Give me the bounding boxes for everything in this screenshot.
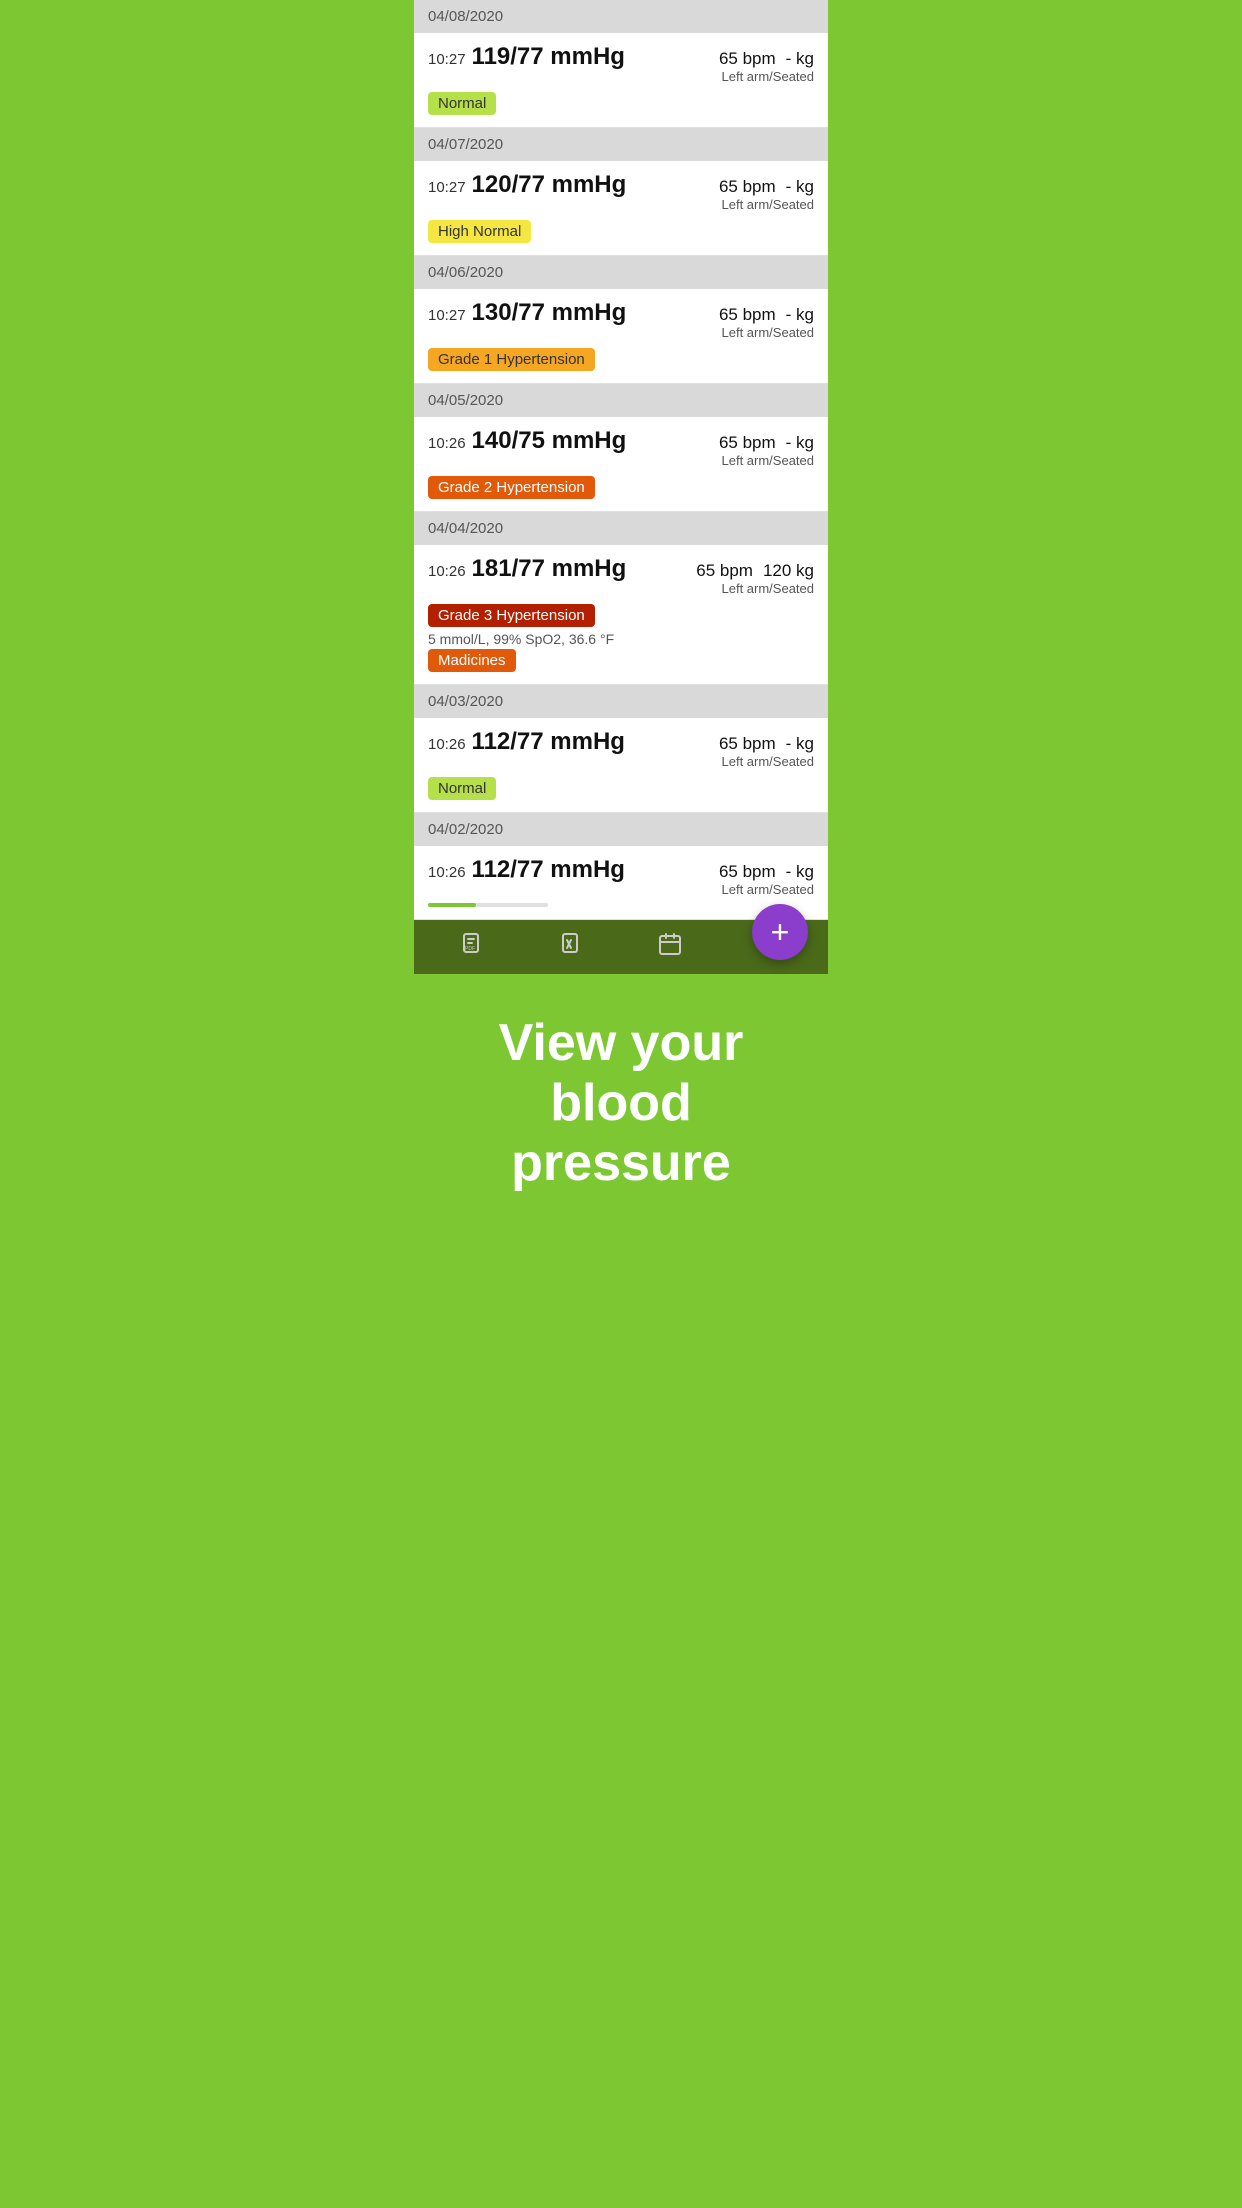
pdf-icon[interactable]: PDF [461, 932, 485, 962]
date-header: 04/03/2020 [414, 685, 828, 718]
list-item[interactable]: 10:26 112/77 mmHg 65 bpm - kgLeft arm/Seate… [414, 718, 828, 813]
entry-bpm: 65 bpm [719, 433, 776, 453]
entry-bpm: 65 bpm [719, 177, 776, 197]
status-badge: Normal [428, 777, 496, 800]
entry-time: 10:27 [428, 179, 466, 196]
date-header: 04/07/2020 [414, 128, 828, 161]
entry-time: 10:27 [428, 51, 466, 68]
date-header: 04/06/2020 [414, 256, 828, 289]
excel-icon[interactable] [560, 932, 584, 962]
promo-text: View your blood pressure [434, 1014, 808, 1193]
entry-bp: 119/77 mmHg [472, 43, 625, 71]
entry-bpm: 65 bpm [719, 49, 776, 69]
extra-info: 5 mmol/L, 99% SpO2, 36.6 °F [428, 631, 814, 647]
entry-kg: - kg [786, 305, 814, 325]
entry-bp: 120/77 mmHg [472, 171, 627, 199]
entry-position: Left arm/Seated [722, 453, 815, 468]
date-header: 04/05/2020 [414, 384, 828, 417]
entry-bp: 112/77 mmHg [472, 728, 625, 756]
entry-bp: 140/75 mmHg [472, 427, 627, 455]
entry-position: Left arm/Seated [722, 325, 815, 340]
list-container: 04/08/202010:27119/77 mmHg65 bpm- kgLeft… [414, 0, 828, 920]
fab-button[interactable]: + [752, 904, 808, 960]
date-header: 04/04/2020 [414, 512, 828, 545]
entry-kg: - kg [786, 862, 814, 882]
plus-icon: + [771, 916, 790, 948]
entry-bp: 130/77 mmHg [472, 299, 627, 327]
entry-kg: - kg [786, 49, 814, 69]
status-badge: Grade 3 Hypertension [428, 604, 595, 627]
entry-position: Left arm/Seated [722, 581, 815, 596]
entry-position: Left arm/Seated [722, 69, 815, 84]
medicines-badge: Madicines [428, 649, 516, 672]
entry-kg: 120 kg [763, 561, 814, 581]
status-badge: Grade 1 Hypertension [428, 348, 595, 371]
status-badge: Grade 2 Hypertension [428, 476, 595, 499]
entry-bpm: 65 bpm [719, 734, 776, 754]
entry-kg: - kg [786, 433, 814, 453]
entry-bpm: 65 bpm [719, 862, 776, 882]
entry-time: 10:26 [428, 864, 466, 881]
entry-kg: - kg [786, 177, 814, 197]
entry-time: 10:26 [428, 736, 466, 753]
status-badge: Normal [428, 92, 496, 115]
list-item[interactable]: 10:27 120/77 mmHg 65 bpm - kgLeft arm/Seate… [414, 161, 828, 256]
progress-bar [428, 903, 548, 907]
date-header: 04/02/2020 [414, 813, 828, 846]
entry-bp: 112/77 mmHg [472, 856, 625, 884]
bottom-bar: PDF + [414, 920, 828, 974]
list-item[interactable]: 10:26 181/77 mmHg 65 bpm 120 kgLeft arm/Sea… [414, 545, 828, 685]
entry-time: 10:27 [428, 307, 466, 324]
entry-position: Left arm/Seated [722, 882, 815, 897]
entry-bpm: 65 bpm [696, 561, 753, 581]
entry-position: Left arm/Seated [722, 197, 815, 212]
list-item[interactable]: 10:27 130/77 mmHg 65 bpm - kgLeft arm/Seate… [414, 289, 828, 384]
list-item[interactable]: 10:26 140/75 mmHg 65 bpm - kgLeft arm/Seate… [414, 417, 828, 512]
calendar-icon[interactable] [658, 932, 682, 962]
promo-section: View your blood pressure [414, 974, 828, 1243]
date-header: 04/08/2020 [414, 0, 828, 33]
entry-bp: 181/77 mmHg [472, 555, 627, 583]
list-item[interactable]: 10:27 119/77 mmHg 65 bpm - kgLeft arm/Seate… [414, 33, 828, 128]
entry-kg: - kg [786, 734, 814, 754]
entry-time: 10:26 [428, 435, 466, 452]
entry-time: 10:26 [428, 563, 466, 580]
entry-position: Left arm/Seated [722, 754, 815, 769]
svg-text:PDF: PDF [465, 946, 475, 952]
entry-bpm: 65 bpm [719, 305, 776, 325]
status-badge: High Normal [428, 220, 531, 243]
